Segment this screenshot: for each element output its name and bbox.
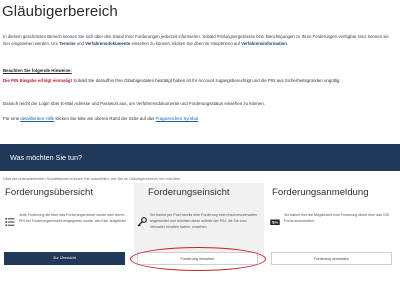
pin-warning: Die PIN Eingabe erfolgt einmalig! <box>3 78 73 83</box>
register-claim-button[interactable]: Forderung anmelden <box>271 252 392 265</box>
option-forderungsanmeldung: Forderungsanmeldung $m Sie haben hier di… <box>266 183 396 258</box>
option-title: Forderungsübersicht <box>5 187 93 198</box>
money-icon: $m <box>270 217 280 227</box>
option-forderungseinsicht: Forderungseinsicht Sie haben per Post be… <box>134 183 264 258</box>
help-prefix: Für eine <box>3 116 21 121</box>
svg-text:$m: $m <box>272 220 278 225</box>
intro-paragraph: In diesem geschützten Bereich können Sie… <box>3 34 395 47</box>
hints-body: Die PIN Eingabe erfolgt einmalig! Sobald… <box>3 78 397 85</box>
option-title: Forderungseinsicht <box>148 187 230 198</box>
intro-bold-dokumente: Verfahrensdokumente <box>85 40 131 46</box>
action-banner: Was möchten Sie tun? <box>0 144 400 171</box>
question-mark-link[interactable]: Fragezeichen Symbol <box>156 116 198 121</box>
overview-button[interactable]: Zur Übersicht <box>4 252 125 265</box>
intro-bold-termine: Termine <box>59 40 76 46</box>
intro-text-4: . <box>286 40 289 46</box>
pin-explanation: Sobald Sie daraufhin Ihre Gläubigerdaten… <box>72 78 341 83</box>
option-title: Forderungsanmeldung <box>272 187 369 198</box>
page-title: Gläubigerbereich <box>2 3 118 20</box>
detailed-help-link[interactable]: detailliertere Hilfe <box>20 116 54 121</box>
hints-heading: Beachten Sie folgende Hinweise: <box>3 68 72 73</box>
option-description: Jede Forderung die über das Portal angem… <box>19 213 127 223</box>
key-icon <box>137 217 147 227</box>
banner-title: Was möchten Sie tun? <box>10 153 83 162</box>
list-icon <box>5 217 15 227</box>
help-suffix: . <box>198 116 200 121</box>
view-claim-button[interactable]: Forderung einsehen <box>137 252 258 265</box>
intro-text-3: einsehen zu können, klicken Sie oben im … <box>130 40 242 46</box>
option-description: Sie haben hier die Möglichkeit eine Ford… <box>284 213 390 223</box>
help-middle: klicken Sie bitte am oberen Rand der Sei… <box>54 116 156 121</box>
help-info: Für eine detailliertere Hilfe klicken Si… <box>3 116 199 121</box>
options-subtitle: Über die untenstehenden Schaltflächen kö… <box>3 177 182 181</box>
option-description: Sie haben per Post bereits eine Forderun… <box>150 213 258 229</box>
intro-bold-verfahrensinfo: Verfahrensinformation <box>241 40 287 46</box>
intro-text-2: und <box>75 40 86 46</box>
option-forderungsuebersicht: Forderungsübersicht Jede Forderung die ü… <box>2 183 132 258</box>
login-info: Danach reicht der Login über E-Mail Adre… <box>3 101 265 106</box>
